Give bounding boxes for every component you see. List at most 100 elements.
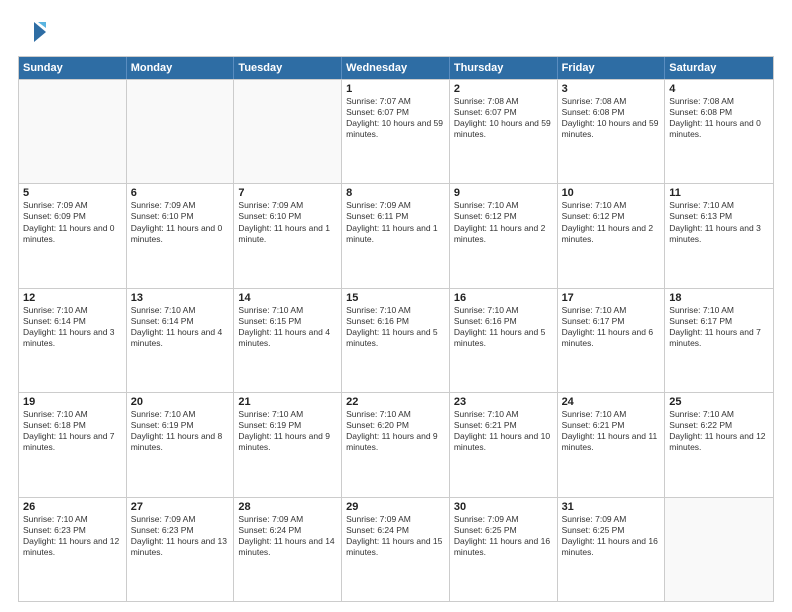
week-row-2: 5Sunrise: 7:09 AM Sunset: 6:09 PM Daylig… (19, 183, 773, 287)
day-number-6: 6 (131, 187, 230, 199)
day-number-2: 2 (454, 83, 553, 95)
day-cell-21: 21Sunrise: 7:10 AM Sunset: 6:19 PM Dayli… (234, 393, 342, 496)
day-info-17: Sunrise: 7:10 AM Sunset: 6:17 PM Dayligh… (562, 305, 661, 349)
day-info-13: Sunrise: 7:10 AM Sunset: 6:14 PM Dayligh… (131, 305, 230, 349)
header (18, 18, 774, 46)
header-cell-friday: Friday (558, 57, 666, 79)
day-info-25: Sunrise: 7:10 AM Sunset: 6:22 PM Dayligh… (669, 409, 769, 453)
calendar-header: SundayMondayTuesdayWednesdayThursdayFrid… (19, 57, 773, 79)
header-cell-wednesday: Wednesday (342, 57, 450, 79)
day-number-27: 27 (131, 501, 230, 513)
week-row-1: 1Sunrise: 7:07 AM Sunset: 6:07 PM Daylig… (19, 79, 773, 183)
day-info-23: Sunrise: 7:10 AM Sunset: 6:21 PM Dayligh… (454, 409, 553, 453)
day-cell-19: 19Sunrise: 7:10 AM Sunset: 6:18 PM Dayli… (19, 393, 127, 496)
header-cell-monday: Monday (127, 57, 235, 79)
day-info-3: Sunrise: 7:08 AM Sunset: 6:08 PM Dayligh… (562, 96, 661, 140)
day-cell-5: 5Sunrise: 7:09 AM Sunset: 6:09 PM Daylig… (19, 184, 127, 287)
day-info-27: Sunrise: 7:09 AM Sunset: 6:23 PM Dayligh… (131, 514, 230, 558)
day-info-18: Sunrise: 7:10 AM Sunset: 6:17 PM Dayligh… (669, 305, 769, 349)
day-info-6: Sunrise: 7:09 AM Sunset: 6:10 PM Dayligh… (131, 200, 230, 244)
day-cell-28: 28Sunrise: 7:09 AM Sunset: 6:24 PM Dayli… (234, 498, 342, 601)
week-row-3: 12 Sunrise: 7:10 AM Sunset: 6:14 PM Dayli… (19, 288, 773, 392)
day-cell-16: 16Sunrise: 7:10 AM Sunset: 6:16 PM Dayli… (450, 289, 558, 392)
day-number-5: 5 (23, 187, 122, 199)
header-cell-saturday: Saturday (665, 57, 773, 79)
day-cell-18: 18Sunrise: 7:10 AM Sunset: 6:17 PM Dayli… (665, 289, 773, 392)
day-cell-1: 1Sunrise: 7:07 AM Sunset: 6:07 PM Daylig… (342, 80, 450, 183)
day-number-1: 1 (346, 83, 445, 95)
day-cell-3: 3Sunrise: 7:08 AM Sunset: 6:08 PM Daylig… (558, 80, 666, 183)
day-number-20: 20 (131, 396, 230, 408)
day-cell-15: 15Sunrise: 7:10 AM Sunset: 6:16 PM Dayli… (342, 289, 450, 392)
day-info-10: Sunrise: 7:10 AM Sunset: 6:12 PM Dayligh… (562, 200, 661, 244)
calendar-body: 1Sunrise: 7:07 AM Sunset: 6:07 PM Daylig… (19, 79, 773, 601)
day-number-21: 21 (238, 396, 337, 408)
day-info-19: Sunrise: 7:10 AM Sunset: 6:18 PM Dayligh… (23, 409, 122, 453)
day-number-3: 3 (562, 83, 661, 95)
day-cell-24: 24Sunrise: 7:10 AM Sunset: 6:21 PM Dayli… (558, 393, 666, 496)
day-number-8: 8 (346, 187, 445, 199)
day-cell-23: 23Sunrise: 7:10 AM Sunset: 6:21 PM Dayli… (450, 393, 558, 496)
logo (18, 18, 50, 46)
day-info-15: Sunrise: 7:10 AM Sunset: 6:16 PM Dayligh… (346, 305, 445, 349)
day-cell-14: 14Sunrise: 7:10 AM Sunset: 6:15 PM Dayli… (234, 289, 342, 392)
day-info-2: Sunrise: 7:08 AM Sunset: 6:07 PM Dayligh… (454, 96, 553, 140)
week-row-4: 19Sunrise: 7:10 AM Sunset: 6:18 PM Dayli… (19, 392, 773, 496)
day-info-28: Sunrise: 7:09 AM Sunset: 6:24 PM Dayligh… (238, 514, 337, 558)
empty-cell-4-6 (665, 498, 773, 601)
day-cell-20: 20Sunrise: 7:10 AM Sunset: 6:19 PM Dayli… (127, 393, 235, 496)
day-info-29: Sunrise: 7:09 AM Sunset: 6:24 PM Dayligh… (346, 514, 445, 558)
day-number-16: 16 (454, 292, 553, 304)
day-cell-6: 6Sunrise: 7:09 AM Sunset: 6:10 PM Daylig… (127, 184, 235, 287)
day-cell-30: 30Sunrise: 7:09 AM Sunset: 6:25 PM Dayli… (450, 498, 558, 601)
week-row-5: 26Sunrise: 7:10 AM Sunset: 6:23 PM Dayli… (19, 497, 773, 601)
day-number-4: 4 (669, 83, 769, 95)
day-cell-2: 2Sunrise: 7:08 AM Sunset: 6:07 PM Daylig… (450, 80, 558, 183)
day-cell-12: 12Sunrise: 7:10 AM Sunset: 6:14 PM Dayli… (19, 289, 127, 392)
empty-cell-0-2 (234, 80, 342, 183)
calendar: SundayMondayTuesdayWednesdayThursdayFrid… (18, 56, 774, 602)
day-info-5: Sunrise: 7:09 AM Sunset: 6:09 PM Dayligh… (23, 200, 122, 244)
day-cell-26: 26Sunrise: 7:10 AM Sunset: 6:23 PM Dayli… (19, 498, 127, 601)
day-number-25: 25 (669, 396, 769, 408)
day-cell-10: 10Sunrise: 7:10 AM Sunset: 6:12 PM Dayli… (558, 184, 666, 287)
day-info-7: Sunrise: 7:09 AM Sunset: 6:10 PM Dayligh… (238, 200, 337, 244)
day-number-11: 11 (669, 187, 769, 199)
header-cell-sunday: Sunday (19, 57, 127, 79)
day-cell-25: 25Sunrise: 7:10 AM Sunset: 6:22 PM Dayli… (665, 393, 773, 496)
day-info-31: Sunrise: 7:09 AM Sunset: 6:25 PM Dayligh… (562, 514, 661, 558)
day-info-9: Sunrise: 7:10 AM Sunset: 6:12 PM Dayligh… (454, 200, 553, 244)
day-number-19: 19 (23, 396, 122, 408)
day-number-26: 26 (23, 501, 122, 513)
day-info-30: Sunrise: 7:09 AM Sunset: 6:25 PM Dayligh… (454, 514, 553, 558)
day-number-18: 18 (669, 292, 769, 304)
day-cell-9: 9Sunrise: 7:10 AM Sunset: 6:12 PM Daylig… (450, 184, 558, 287)
day-info-8: Sunrise: 7:09 AM Sunset: 6:11 PM Dayligh… (346, 200, 445, 244)
day-info-21: Sunrise: 7:10 AM Sunset: 6:19 PM Dayligh… (238, 409, 337, 453)
day-cell-17: 17Sunrise: 7:10 AM Sunset: 6:17 PM Dayli… (558, 289, 666, 392)
day-number-28: 28 (238, 501, 337, 513)
day-number-22: 22 (346, 396, 445, 408)
day-number-24: 24 (562, 396, 661, 408)
day-number-13: 13 (131, 292, 230, 304)
day-info-16: Sunrise: 7:10 AM Sunset: 6:16 PM Dayligh… (454, 305, 553, 349)
day-number-15: 15 (346, 292, 445, 304)
header-cell-tuesday: Tuesday (234, 57, 342, 79)
day-cell-8: 8Sunrise: 7:09 AM Sunset: 6:11 PM Daylig… (342, 184, 450, 287)
day-cell-27: 27Sunrise: 7:09 AM Sunset: 6:23 PM Dayli… (127, 498, 235, 601)
day-number-10: 10 (562, 187, 661, 199)
day-number-30: 30 (454, 501, 553, 513)
day-number-29: 29 (346, 501, 445, 513)
day-info-4: Sunrise: 7:08 AM Sunset: 6:08 PM Dayligh… (669, 96, 769, 140)
day-number-12: 12 (23, 292, 122, 304)
day-number-23: 23 (454, 396, 553, 408)
empty-cell-0-0 (19, 80, 127, 183)
day-info-1: Sunrise: 7:07 AM Sunset: 6:07 PM Dayligh… (346, 96, 445, 140)
day-info-22: Sunrise: 7:10 AM Sunset: 6:20 PM Dayligh… (346, 409, 445, 453)
day-number-31: 31 (562, 501, 661, 513)
day-info-20: Sunrise: 7:10 AM Sunset: 6:19 PM Dayligh… (131, 409, 230, 453)
day-info-14: Sunrise: 7:10 AM Sunset: 6:15 PM Dayligh… (238, 305, 337, 349)
day-info-11: Sunrise: 7:10 AM Sunset: 6:13 PM Dayligh… (669, 200, 769, 244)
day-number-14: 14 (238, 292, 337, 304)
day-cell-22: 22Sunrise: 7:10 AM Sunset: 6:20 PM Dayli… (342, 393, 450, 496)
